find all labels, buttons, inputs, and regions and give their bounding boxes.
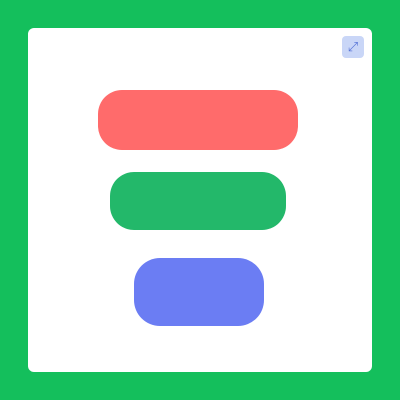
- bottom-button[interactable]: [134, 258, 264, 326]
- expand-icon[interactable]: ⤢: [342, 36, 364, 58]
- top-button[interactable]: [98, 90, 298, 150]
- middle-button[interactable]: [110, 172, 286, 230]
- main-panel: ⤢: [28, 28, 372, 372]
- app-frame: ⤢: [0, 0, 400, 400]
